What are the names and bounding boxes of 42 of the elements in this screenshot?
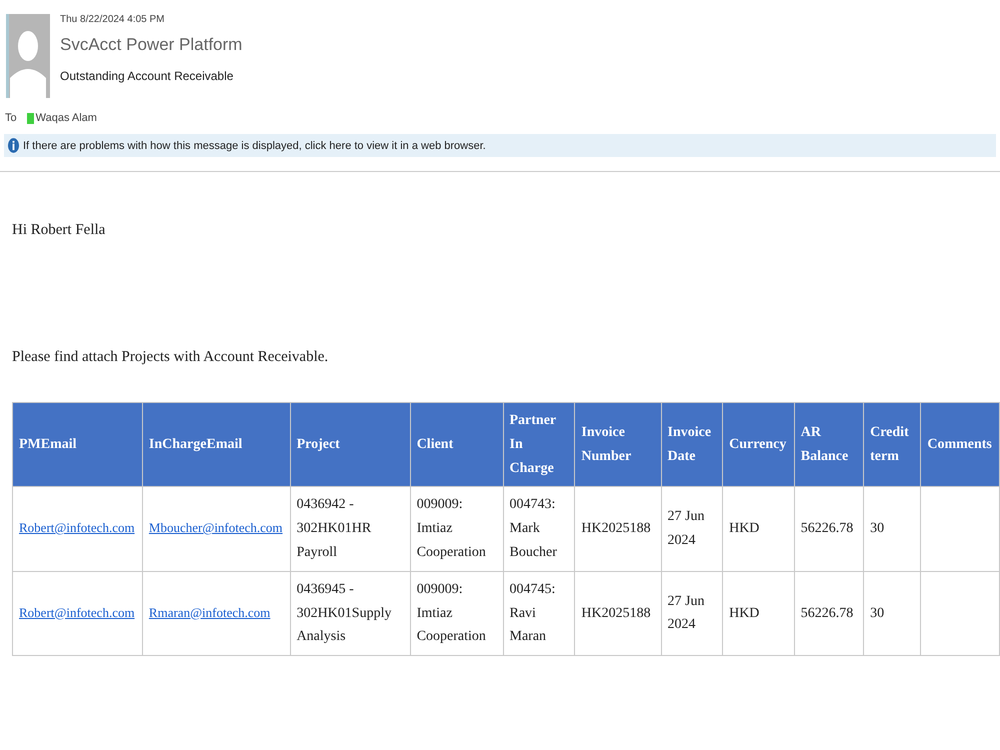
- column-header: PMEmail: [12, 402, 142, 487]
- table-cell: 0436945 - 302HK01Supply Analysis: [290, 571, 410, 656]
- column-header: Invoice Number: [574, 402, 662, 487]
- email-link[interactable]: Rmaran@infotech.com: [148, 604, 270, 620]
- table-cell: 30: [864, 571, 921, 656]
- email-link[interactable]: Robert@infotech.com: [19, 604, 135, 620]
- table-cell: 009009: Imtiaz Cooperation: [410, 571, 503, 656]
- greeting-text: Hi Robert Fella: [12, 222, 106, 239]
- table-cell: 27 Jun 2024: [661, 486, 723, 572]
- sender-name: SvcAcct Power Platform: [60, 35, 242, 55]
- avatar-icon: [6, 14, 50, 98]
- column-header: Client: [410, 402, 503, 487]
- table-cell: 27 Jun 2024: [661, 571, 723, 656]
- table-cell: HK2025188: [574, 486, 662, 572]
- table-cell: 004745: Ravi Maran: [503, 571, 575, 656]
- info-message: If there are problems with how this message is displayed, click here to view it in a web browser.: [23, 140, 486, 152]
- subject-line: Outstanding Account Receivable: [60, 69, 234, 83]
- column-header: Project: [290, 402, 410, 487]
- info-bar[interactable]: If there are problems with how this message is displayed, click here to view it in a web browser.: [4, 134, 996, 157]
- column-header: InChargeEmail: [142, 402, 290, 487]
- table-cell: HK2025188: [574, 571, 662, 656]
- column-header: Partner In Charge: [503, 402, 575, 487]
- table-cell: HKD: [722, 486, 794, 572]
- sent-date: Thu 8/22/2024 4:05 PM: [60, 14, 166, 25]
- table-cell: 56226.78: [794, 486, 864, 572]
- table-cell: 009009: Imtiaz Cooperation: [410, 486, 503, 572]
- column-header: Comments: [920, 402, 1000, 487]
- table-cell: 004743: Mark Boucher: [503, 486, 575, 572]
- column-header: Invoice Date: [661, 402, 723, 487]
- email-link[interactable]: Robert@infotech.com: [19, 520, 135, 536]
- column-header: AR Balance: [794, 402, 864, 487]
- column-header: Currency: [722, 402, 794, 487]
- table-cell: 56226.78: [794, 571, 864, 656]
- email-link[interactable]: Mboucher@infotech.com: [148, 520, 283, 536]
- table-cell: 0436942 - 302HK01HR Payroll: [290, 486, 410, 572]
- table-cell: 30: [864, 486, 921, 572]
- table-cell: HKD: [722, 571, 794, 656]
- column-header: Credit term: [864, 402, 921, 487]
- to-label: To: [5, 112, 17, 124]
- info-icon: [8, 138, 19, 153]
- recipient-name[interactable]: Waqas Alam: [36, 112, 97, 124]
- intro-text: Please find attach Projects with Account Receivable.: [12, 349, 330, 366]
